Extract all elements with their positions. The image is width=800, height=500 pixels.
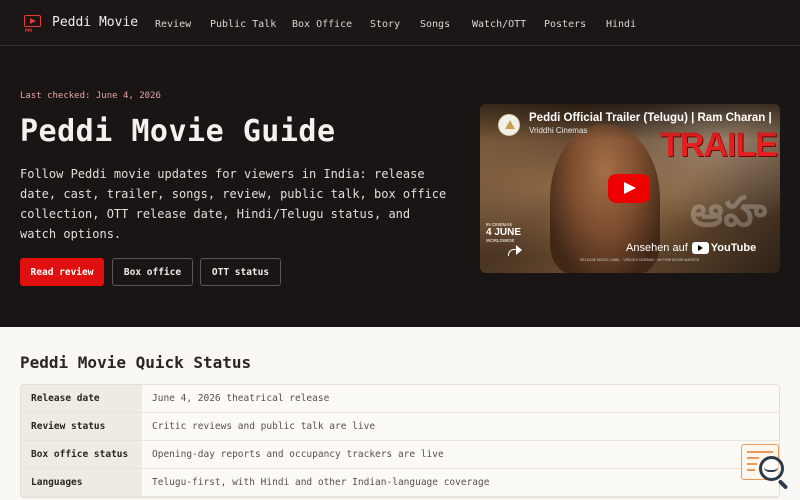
top-navigation: PM Peddi Movie Review Public Talk Box Of…: [0, 0, 800, 46]
badge-worldwide: WORLDWIDE: [486, 238, 515, 243]
row-label: Languages: [21, 469, 142, 496]
nav-link-songs[interactable]: Songs: [420, 19, 450, 30]
brand-link[interactable]: PM Peddi Movie: [24, 14, 154, 33]
page-title: Peddi Movie Guide: [20, 114, 336, 149]
table-row: Languages Telugu-first, with Hindi and o…: [21, 469, 779, 497]
youtube-wordmark: YouTube: [710, 242, 757, 254]
film-play-icon: PM: [24, 14, 42, 33]
quick-status-table: Release date June 4, 2026 theatrical rel…: [20, 384, 780, 498]
trailer-video-embed[interactable]: ఆహ TRAILER Peddi Official Trailer (Telug…: [480, 104, 780, 273]
video-title[interactable]: Peddi Official Trailer (Telugu) | Ram Ch…: [529, 112, 772, 124]
last-checked-date: Last checked: June 4, 2026: [20, 91, 161, 101]
share-icon[interactable]: [508, 245, 522, 256]
table-row: Release date June 4, 2026 theatrical rel…: [21, 385, 779, 413]
hero-description: Follow Peddi movie updates for viewers i…: [20, 167, 447, 241]
search-document-icon[interactable]: [741, 444, 791, 490]
row-label: Release date: [21, 385, 142, 412]
release-date-badge: IN CINEMAS 4 JUNE WORLDWIDE: [486, 222, 521, 243]
table-row: Review status Critic reviews and public …: [21, 413, 779, 441]
nav-link-public-talk[interactable]: Public Talk: [210, 19, 276, 30]
row-value: Critic reviews and public talk are live: [142, 413, 779, 440]
read-review-button[interactable]: Read review: [20, 258, 104, 286]
row-value: Opening-day reports and occupancy tracke…: [142, 441, 779, 468]
channel-logo-icon[interactable]: [498, 114, 520, 136]
video-watermark: ఆహ: [690, 188, 767, 235]
table-row: Box office status Opening-day reports an…: [21, 441, 779, 469]
nav-link-story[interactable]: Story: [370, 19, 400, 30]
row-label: Review status: [21, 413, 142, 440]
youtube-logo-icon: [691, 242, 709, 254]
nav-link-review[interactable]: Review: [155, 19, 191, 30]
nav-link-hindi[interactable]: Hindi: [606, 19, 636, 30]
quick-status-section: Peddi Movie Quick Status Release date Ju…: [0, 327, 800, 500]
video-credits: RELEASE MUSIC LABEL · VRIDDHI CINEMAS · …: [580, 258, 700, 262]
watch-on-youtube-link[interactable]: Ansehen auf YouTube: [626, 242, 756, 254]
row-value: June 4, 2026 theatrical release: [142, 385, 779, 412]
brand-name: Peddi Movie: [52, 15, 139, 30]
row-value: Telugu-first, with Hindi and other India…: [142, 469, 779, 496]
video-channel-name[interactable]: Vriddhi Cinemas: [529, 126, 587, 135]
box-office-button[interactable]: Box office: [112, 258, 193, 286]
hero-section: Last checked: June 4, 2026 Peddi Movie G…: [0, 46, 800, 327]
badge-date: 4 JUNE: [486, 227, 522, 238]
watch-on-label: Ansehen auf: [626, 242, 688, 254]
magnifier-handle: [777, 479, 789, 490]
row-label: Box office status: [21, 441, 142, 468]
nav-link-watch-ott[interactable]: Watch/OTT: [472, 19, 526, 30]
ott-status-button[interactable]: OTT status: [200, 258, 281, 286]
nav-link-box-office[interactable]: Box Office: [292, 19, 352, 30]
nav-link-posters[interactable]: Posters: [544, 19, 586, 30]
quick-status-title: Peddi Movie Quick Status: [20, 353, 252, 372]
youtube-play-icon[interactable]: [608, 174, 650, 203]
brand-icon-subtext: PM: [25, 27, 32, 33]
